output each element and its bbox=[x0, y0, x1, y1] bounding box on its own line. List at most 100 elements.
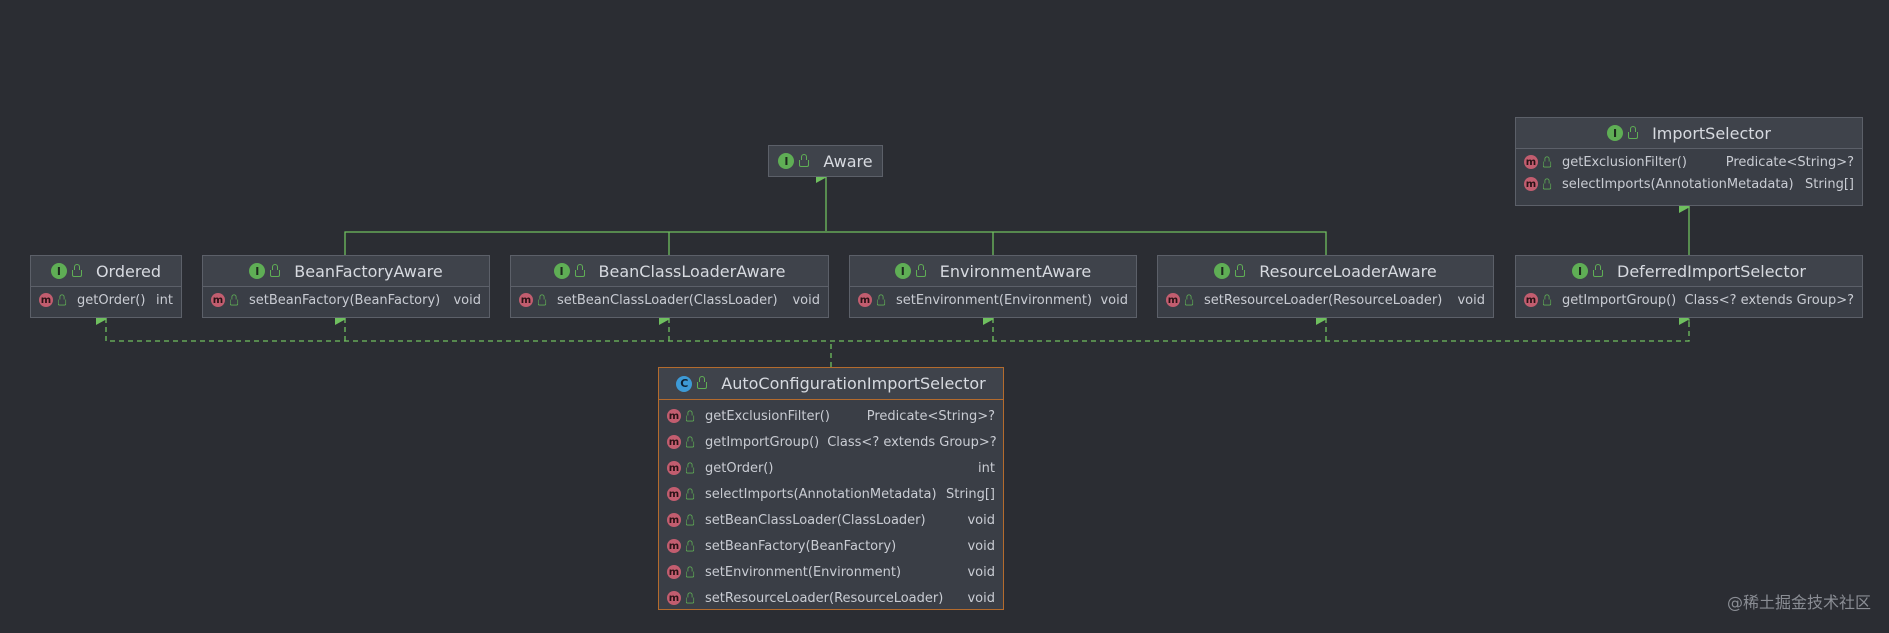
method-row[interactable]: m setResourceLoader(ResourceLoader) void bbox=[659, 585, 1003, 611]
method-icon: m bbox=[211, 293, 225, 307]
method-name: setBeanClassLoader(ClassLoader) bbox=[557, 292, 778, 308]
method-row[interactable]: m setEnvironment(Environment) void bbox=[850, 289, 1136, 311]
public-icon bbox=[685, 591, 695, 603]
method-name: getExclusionFilter() bbox=[705, 408, 830, 424]
node-title: AutoConfigurationImportSelector bbox=[721, 374, 986, 393]
method-type: void bbox=[792, 292, 820, 308]
node-auto-configuration-import-selector[interactable]: C AutoConfigurationImportSelector m getE… bbox=[658, 367, 1004, 610]
public-icon bbox=[915, 263, 926, 277]
implements-arrows bbox=[96, 313, 1690, 325]
method-type: Class<? extends Group>? bbox=[827, 434, 997, 450]
method-row[interactable]: m getExclusionFilter() Predicate<String>… bbox=[1516, 151, 1862, 173]
node-bean-class-loader-aware[interactable]: I BeanClassLoaderAware m setBeanClassLoa… bbox=[510, 255, 829, 318]
method-icon: m bbox=[1524, 155, 1538, 169]
node-bean-factory-aware[interactable]: I BeanFactoryAware m setBeanFactory(Bean… bbox=[202, 255, 490, 318]
method-name: getImportGroup() bbox=[705, 434, 820, 450]
public-icon bbox=[1593, 263, 1603, 277]
public-icon bbox=[685, 461, 695, 473]
method-type: int bbox=[156, 292, 173, 308]
method-icon: m bbox=[858, 293, 872, 307]
method-name: getOrder() bbox=[77, 292, 146, 308]
method-row[interactable]: m setBeanClassLoader(ClassLoader) void bbox=[659, 507, 1003, 533]
method-name: selectImports(AnnotationMetadata) bbox=[1562, 176, 1794, 192]
watermark: @稀土掘金技术社区 bbox=[1726, 593, 1871, 612]
node-title: EnvironmentAware bbox=[939, 261, 1092, 281]
method-row[interactable]: m getImportGroup() Class<? extends Group… bbox=[659, 429, 1003, 455]
method-name: setBeanClassLoader(ClassLoader) bbox=[705, 512, 926, 528]
public-icon bbox=[685, 539, 695, 551]
method-type: Predicate<String>? bbox=[1725, 154, 1854, 170]
node-resource-loader-aware[interactable]: I ResourceLoaderAware m setResourceLoade… bbox=[1157, 255, 1494, 318]
interface-icon: I bbox=[894, 263, 911, 279]
interface-icon: I bbox=[50, 263, 67, 279]
node-environment-aware[interactable]: I EnvironmentAware m setEnvironment(Envi… bbox=[849, 255, 1137, 318]
method-row[interactable]: m setBeanFactory(BeanFactory) void bbox=[659, 533, 1003, 559]
implements-lines bbox=[105, 318, 1690, 367]
method-type: String[] bbox=[1805, 176, 1854, 192]
method-icon: m bbox=[667, 409, 681, 423]
node-aware[interactable]: I Aware bbox=[768, 145, 883, 177]
method-row[interactable]: m setBeanFactory(BeanFactory) void bbox=[203, 289, 489, 311]
method-row[interactable]: m setBeanClassLoader(ClassLoader) void bbox=[511, 289, 828, 311]
node-ordered[interactable]: I Ordered m getOrder() int bbox=[30, 255, 182, 318]
method-icon: m bbox=[667, 591, 681, 605]
interface-icon: I bbox=[249, 263, 266, 279]
method-row[interactable]: m getOrder() int bbox=[31, 289, 181, 311]
public-icon bbox=[537, 293, 547, 305]
public-icon bbox=[1235, 263, 1246, 277]
method-type: void bbox=[967, 512, 995, 528]
method-type: void bbox=[967, 538, 995, 554]
method-row[interactable]: m selectImports(AnnotationMetadata) Stri… bbox=[659, 481, 1003, 507]
interface-icon: I bbox=[778, 153, 795, 169]
public-icon bbox=[685, 565, 695, 577]
node-title: BeanClassLoaderAware bbox=[598, 261, 786, 281]
public-icon bbox=[697, 376, 708, 389]
method-type: void bbox=[967, 564, 995, 580]
method-name: getOrder() bbox=[705, 460, 774, 476]
method-row[interactable]: m getExclusionFilter() Predicate<String>… bbox=[659, 403, 1003, 429]
node-deferred-import-selector[interactable]: I DeferredImportSelector m getImportGrou… bbox=[1515, 255, 1863, 318]
method-name: setResourceLoader(ResourceLoader) bbox=[1204, 292, 1443, 308]
method-row[interactable]: m setEnvironment(Environment) void bbox=[659, 559, 1003, 585]
method-icon: m bbox=[667, 513, 681, 527]
public-icon bbox=[799, 153, 810, 167]
method-type: int bbox=[978, 460, 995, 476]
extends-lines bbox=[344, 177, 1690, 255]
method-row[interactable]: m getOrder() int bbox=[659, 455, 1003, 481]
method-icon: m bbox=[1524, 177, 1538, 191]
public-icon bbox=[270, 263, 281, 277]
method-icon: m bbox=[667, 565, 681, 579]
method-name: setResourceLoader(ResourceLoader) bbox=[705, 590, 944, 606]
method-name: setEnvironment(Environment) bbox=[896, 292, 1093, 308]
method-type: Class<? extends Group>? bbox=[1684, 292, 1854, 308]
method-row[interactable]: m getImportGroup() Class<? extends Group… bbox=[1516, 289, 1862, 311]
public-icon bbox=[71, 263, 82, 277]
public-icon bbox=[229, 293, 239, 305]
method-row[interactable]: m setResourceLoader(ResourceLoader) void bbox=[1158, 289, 1493, 311]
method-type: void bbox=[453, 292, 481, 308]
method-icon: m bbox=[667, 487, 681, 501]
node-title: DeferredImportSelector bbox=[1617, 261, 1806, 281]
method-name: setEnvironment(Environment) bbox=[705, 564, 902, 580]
method-name: setBeanFactory(BeanFactory) bbox=[705, 538, 897, 554]
method-name: getExclusionFilter() bbox=[1562, 154, 1687, 170]
public-icon bbox=[1542, 177, 1552, 189]
public-icon bbox=[57, 293, 67, 305]
method-icon: m bbox=[667, 435, 681, 449]
method-type: void bbox=[1457, 292, 1485, 308]
public-icon bbox=[1542, 293, 1552, 305]
method-type: void bbox=[967, 590, 995, 606]
method-icon: m bbox=[667, 539, 681, 553]
interface-icon: I bbox=[1607, 125, 1624, 141]
method-name: setBeanFactory(BeanFactory) bbox=[249, 292, 441, 308]
method-row[interactable]: m selectImports(AnnotationMetadata) Stri… bbox=[1516, 173, 1862, 195]
node-title: Aware bbox=[823, 151, 873, 171]
node-import-selector[interactable]: I ImportSelector m getExclusionFilter() … bbox=[1515, 117, 1863, 206]
method-icon: m bbox=[1166, 293, 1180, 307]
public-icon bbox=[685, 409, 695, 421]
method-icon: m bbox=[1524, 293, 1538, 307]
method-type: void bbox=[1100, 292, 1128, 308]
method-type: String[] bbox=[946, 486, 995, 502]
public-icon bbox=[685, 513, 695, 525]
method-icon: m bbox=[39, 293, 53, 307]
